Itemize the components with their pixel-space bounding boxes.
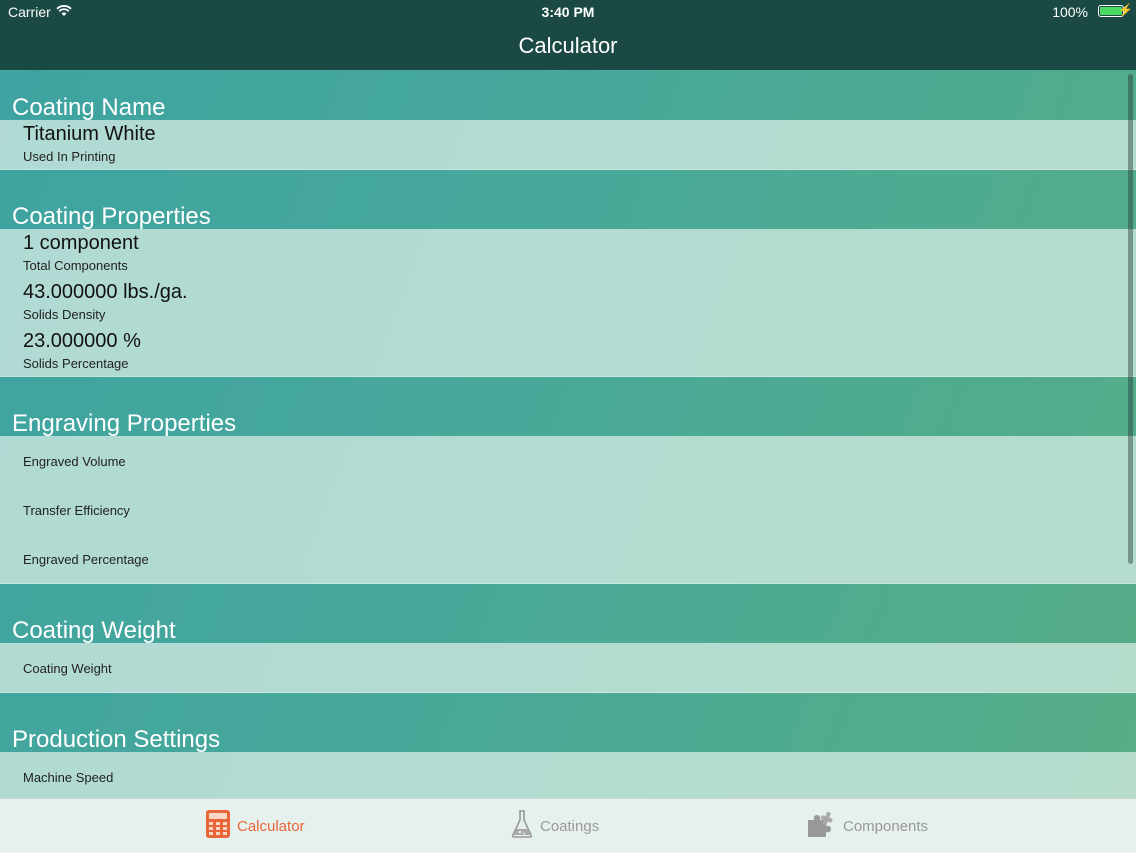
coating-name-label: Used In Printing <box>23 149 116 164</box>
tab-calculator-label: Calculator <box>237 817 305 835</box>
solids-density-label: Solids Density <box>23 307 106 322</box>
solids-percentage-label: Solids Percentage <box>23 356 129 371</box>
total-components-label: Total Components <box>23 258 128 273</box>
section-header-engraving-properties: Engraving Properties <box>12 410 237 437</box>
section-header-coating-name: Coating Name <box>12 94 166 121</box>
total-components-value: 1 component <box>23 232 139 254</box>
transfer-efficiency-label: Transfer Efficiency <box>23 503 130 518</box>
section-coating-name: Titanium White Used In Printing <box>0 120 1136 170</box>
coating-weight-cell[interactable]: Coating Weight <box>0 643 1136 692</box>
coating-weight-label: Coating Weight <box>23 661 112 676</box>
solids-density-cell[interactable]: 43.000000 lbs./ga. Solids Density <box>0 278 1136 327</box>
section-coating-properties: 1 component Total Components 43.000000 l… <box>0 229 1136 377</box>
calculator-icon <box>205 809 231 844</box>
page-title: Calculator <box>518 33 618 58</box>
engraved-percentage-cell[interactable]: Engraved Percentage <box>0 534 1136 583</box>
solids-percentage-value: 23.000000 % <box>23 330 141 352</box>
calculator-table[interactable]: Coating Name Titanium White Used In Prin… <box>0 70 1136 798</box>
tab-bar: Calculator Coatings Components <box>0 798 1136 853</box>
tab-components[interactable]: Components <box>805 799 928 853</box>
transfer-efficiency-cell[interactable]: Transfer Efficiency <box>0 485 1136 534</box>
puzzle-icon <box>805 810 837 843</box>
flask-icon <box>510 809 534 844</box>
machine-speed-cell[interactable]: Machine Speed <box>0 752 1136 798</box>
tab-calculator[interactable]: Calculator <box>205 799 305 853</box>
solids-density-value: 43.000000 lbs./ga. <box>23 281 188 303</box>
vertical-scrollbar[interactable] <box>1128 74 1133 564</box>
section-header-production-settings: Production Settings <box>12 726 221 753</box>
charging-icon: ⚡ <box>1118 3 1133 17</box>
section-engraving-properties: Engraved Volume Transfer Efficiency Engr… <box>0 436 1136 584</box>
navigation-bar: Calculator <box>0 22 1136 70</box>
engraved-volume-cell[interactable]: Engraved Volume <box>0 436 1136 485</box>
solids-percentage-cell[interactable]: 23.000000 % Solids Percentage <box>0 327 1136 376</box>
total-components-cell[interactable]: 1 component Total Components <box>0 229 1136 278</box>
coating-name-cell[interactable]: Titanium White Used In Printing <box>0 120 1136 169</box>
coating-name-value: Titanium White <box>23 123 156 145</box>
battery-percentage: 100% <box>1052 4 1088 20</box>
section-header-coating-weight: Coating Weight <box>12 617 176 644</box>
engraved-percentage-label: Engraved Percentage <box>23 552 149 567</box>
status-bar: Carrier 3:40 PM 100% ⚡ <box>0 0 1136 22</box>
section-production-settings: Machine Speed <box>0 752 1136 798</box>
section-header-coating-properties: Coating Properties <box>12 203 211 230</box>
tab-coatings[interactable]: Coatings <box>510 799 599 853</box>
machine-speed-label: Machine Speed <box>23 770 114 785</box>
engraved-volume-label: Engraved Volume <box>23 454 126 469</box>
tab-coatings-label: Coatings <box>540 817 600 835</box>
tab-components-label: Components <box>843 817 929 835</box>
clock: 3:40 PM <box>541 4 595 20</box>
section-coating-weight: Coating Weight <box>0 643 1136 693</box>
